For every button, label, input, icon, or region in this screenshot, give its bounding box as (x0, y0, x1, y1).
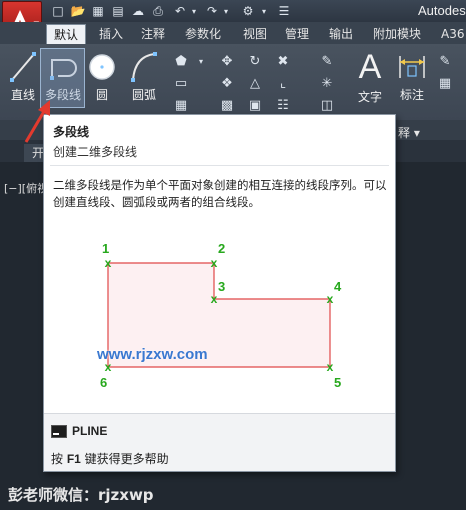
tooltip-title: 多段线 (53, 125, 90, 139)
circle-label: 圆 (95, 88, 108, 102)
svg-text:x: x (211, 292, 218, 306)
text-button[interactable]: A 文字 (352, 48, 388, 105)
title-bar: □ 📂 ▦ ▤ ☁ ⎙ ↶ ▾ ↷ ▾ ⚙ ▾ ☰ Autodes (0, 0, 466, 22)
annotation-panel-label[interactable]: 释 ▾ (398, 124, 420, 141)
line-button[interactable]: 直线 (6, 50, 40, 103)
stretch-icon[interactable]: ▩ (218, 96, 236, 114)
line-label: 直线 (10, 88, 35, 102)
redo-dropdown-icon[interactable]: ▾ (218, 3, 234, 19)
text-icon: A (358, 48, 382, 86)
cloud-save-icon[interactable]: ☁ (130, 3, 146, 19)
window-title: Autodes (418, 3, 466, 18)
vertex-marker-1: 1 x (102, 241, 112, 270)
line-icon (10, 52, 36, 82)
tab-output[interactable]: 输出 (322, 24, 360, 44)
tooltip-footer: PLINE 按 F1 键获得更多帮助 (44, 413, 395, 471)
save-icon[interactable]: ▦ (90, 3, 106, 19)
svg-text:x: x (211, 256, 218, 270)
vertex-label-2: 2 (218, 241, 225, 256)
arc-icon (131, 52, 157, 82)
vertex-marker-4: 4 x (327, 279, 342, 306)
viewport-controls[interactable]: [−][俯视 (4, 180, 48, 196)
tooltip-description: 二维多段线是作为单个平面对象创建的相互连接的线段序列。可以创建直线段、圆弧段或两… (53, 178, 387, 209)
tab-a360[interactable]: A36 (434, 24, 466, 44)
vertex-label-6: 6 (100, 375, 107, 390)
command-line-icon (51, 425, 67, 438)
rotate-icon[interactable]: ↻ (246, 52, 264, 70)
erase-icon[interactable]: ✎ (318, 52, 336, 70)
tab-parametric[interactable]: 参数化 (178, 24, 228, 44)
dimension-button[interactable]: 标注 (392, 50, 432, 103)
arc-label: 圆弧 (131, 88, 156, 102)
rectangle-icon[interactable]: ▭ (172, 74, 190, 92)
text-label: 文字 (357, 90, 382, 104)
open-folder-icon[interactable]: 📂 (70, 3, 86, 19)
tooltip-subtitle: 创建二维多段线 (53, 145, 138, 159)
vertex-marker-5: 5 x (327, 360, 342, 390)
copy-icon[interactable]: ❖ (218, 74, 236, 92)
arc-button[interactable]: 圆弧 (126, 50, 162, 103)
customize-icon[interactable]: ☰ (276, 3, 292, 19)
vertex-label-4: 4 (334, 279, 342, 294)
ribbon-tab-row: 默认 插入 注释 参数化 视图 管理 输出 附加模块 A36 (0, 22, 466, 44)
leader-icon[interactable]: ✎ (436, 52, 454, 70)
tab-view[interactable]: 视图 (236, 24, 274, 44)
help-hint: 按 F1 键获得更多帮助 (51, 452, 169, 466)
vertex-label-1: 1 (102, 241, 109, 256)
table-icon[interactable]: ▦ (436, 74, 454, 92)
mirror-icon[interactable]: △ (246, 74, 264, 92)
watermark-url: www.rjzxw.com (97, 346, 208, 363)
bottom-caption: 彭老师微信：rjzxwp (8, 486, 154, 504)
polygon-icon[interactable]: ⬟ (172, 52, 190, 70)
move-icon[interactable]: ✥ (218, 52, 236, 70)
svg-text:x: x (327, 292, 334, 306)
explode-icon[interactable]: ✳ (318, 74, 336, 92)
hatch-icon[interactable]: ▦ (172, 96, 190, 114)
circle-icon (89, 54, 115, 80)
vertex-marker-2: 2 x (211, 241, 226, 270)
fillet-icon[interactable]: ⌞ (274, 74, 292, 92)
dimension-label: 标注 (399, 88, 424, 102)
vertex-marker-6: 6 x (100, 360, 112, 390)
dimension-icon (399, 56, 425, 78)
svg-text:x: x (327, 360, 334, 374)
undo-dropdown-icon[interactable]: ▾ (186, 3, 202, 19)
tooltip-divider (50, 165, 389, 166)
workspace-dropdown-icon[interactable]: ▾ (256, 3, 272, 19)
tab-insert[interactable]: 插入 (92, 24, 130, 44)
new-file-icon[interactable]: □ (50, 3, 66, 19)
vertex-label-5: 5 (334, 375, 341, 390)
svg-text:x: x (105, 256, 112, 270)
polyline-tooltip: 多段线 创建二维多段线 二维多段线是作为单个平面对象创建的相互连接的线段序列。可… (43, 114, 396, 472)
tab-addins[interactable]: 附加模块 (366, 24, 428, 44)
command-name: PLINE (72, 424, 108, 438)
circle-button[interactable]: 圆 (86, 50, 118, 103)
array-icon[interactable]: ☷ (274, 96, 292, 114)
tab-annotate[interactable]: 注释 (134, 24, 172, 44)
tab-manage[interactable]: 管理 (278, 24, 316, 44)
polyline-button-highlight (40, 48, 85, 108)
vertex-label-3: 3 (218, 279, 225, 294)
polygon-dropdown-icon[interactable]: ▾ (192, 52, 210, 70)
workspace-icon[interactable]: ⚙ (240, 3, 256, 19)
offset-icon[interactable]: ◫ (318, 96, 336, 114)
polyline-diagram: 1 x 2 x 3 x 4 x 5 x 6 x (100, 241, 342, 390)
tab-default[interactable]: 默认 (46, 24, 87, 44)
scale-icon[interactable]: ▣ (246, 96, 264, 114)
trim-icon[interactable]: ✖ (274, 52, 292, 70)
save-as-icon[interactable]: ▤ (110, 3, 126, 19)
print-icon[interactable]: ⎙ (150, 3, 166, 19)
